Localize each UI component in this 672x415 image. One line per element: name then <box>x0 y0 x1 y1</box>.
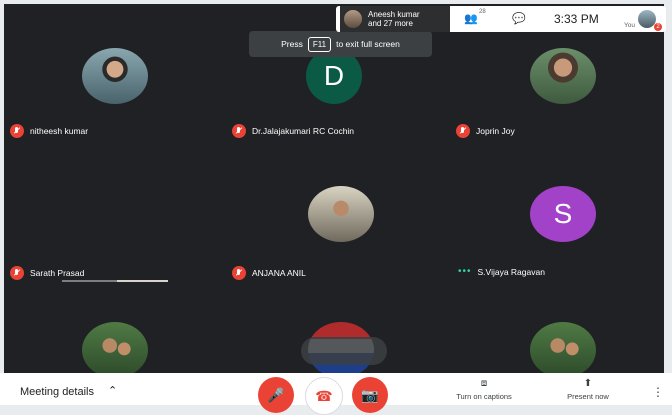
meeting-details[interactable]: Meeting details <box>20 386 94 398</box>
participants-line1: Aneesh kumar <box>368 10 420 19</box>
camera-off-icon: 📷 <box>361 386 379 403</box>
participant-avatar <box>530 48 596 104</box>
participant-tile[interactable] <box>444 282 664 373</box>
present-icon: ⬆ <box>583 378 593 389</box>
mic-off-icon <box>10 266 24 280</box>
mic-off-icon <box>232 266 246 280</box>
bottom-bar: Meeting details ⌃ 🎤 ☎ 📷 ⧈ Turn on captio… <box>0 373 672 415</box>
participant-name: S.Vijaya Ragavan <box>477 266 545 277</box>
participant-name-row: nitheesh kumar <box>10 124 88 138</box>
mic-off-icon <box>456 124 470 138</box>
participant-count-badge: 28 <box>479 9 486 15</box>
participant-avatar <box>82 48 148 104</box>
participant-name-row: Dr.Jalajakumari RC Cochin <box>232 124 354 138</box>
self-view-pill[interactable] <box>301 337 387 365</box>
captions-icon: ⧈ <box>480 378 488 389</box>
you-label: You <box>624 22 635 29</box>
hangup-icon: ☎ <box>315 387 333 404</box>
mic-off-icon: 🎤 <box>267 386 285 403</box>
chat-icon[interactable]: 💬 <box>512 12 526 25</box>
participant-name-row: Joprin Joy <box>456 124 515 138</box>
participant-tile[interactable]: S ••• S.Vijaya Ragavan <box>444 142 664 282</box>
speaking-dots-icon: ••• <box>458 266 472 277</box>
mute-button[interactable]: 🎤 <box>258 377 294 413</box>
participant-name: nitheesh kumar <box>30 126 89 136</box>
fullscreen-toast: Press F11 to exit full screen <box>249 31 432 57</box>
top-bar: Aneesh kumar and 27 more 👥 28 💬 3:33 PM … <box>336 6 666 32</box>
chevron-up-icon[interactable]: ⌃ <box>108 384 117 397</box>
toast-prefix: Press <box>281 39 303 49</box>
toast-suffix: to exit full screen <box>336 39 400 49</box>
participants-line2: and 27 more <box>368 19 413 28</box>
more-vert-icon[interactable]: ⋮ <box>652 385 664 399</box>
time: 3:33 PM <box>554 12 599 26</box>
participants-summary[interactable]: Aneesh kumar and 27 more <box>340 6 450 32</box>
participant-avatar <box>308 186 374 242</box>
video-grid: nitheesh kumar D Dr.Jalajakumari RC Coch… <box>4 4 664 373</box>
participant-name-row: ••• S.Vijaya Ragavan <box>458 266 545 277</box>
camera-button[interactable]: 📷 <box>352 377 388 413</box>
captions-button[interactable]: ⧈ Turn on captions <box>446 378 522 401</box>
participant-tile[interactable] <box>4 282 224 373</box>
captions-label: Turn on captions <box>456 392 512 401</box>
people-icon[interactable]: 👥 <box>464 12 478 25</box>
participant-tile[interactable]: nitheesh kumar <box>4 4 224 142</box>
participant-name-row: ANJANA ANIL <box>232 266 306 280</box>
participant-tile[interactable]: ANJANA ANIL <box>224 142 444 282</box>
participant-name: Sarath Prasad <box>30 268 85 278</box>
hangup-button[interactable]: ☎ <box>305 377 343 415</box>
you-badge: 2 <box>654 23 662 31</box>
participant-name-row: Sarath Prasad <box>10 266 84 280</box>
participant-name: Dr.Jalajakumari RC Cochin <box>252 126 355 136</box>
participant-name: Joprin Joy <box>476 126 515 136</box>
mini-avatar <box>344 10 362 28</box>
mic-off-icon <box>232 124 246 138</box>
present-now-button[interactable]: ⬆ Present now <box>556 378 620 401</box>
participant-avatar: S <box>530 186 596 242</box>
present-label: Present now <box>567 392 609 401</box>
participant-avatar <box>530 322 596 373</box>
participant-avatar <box>82 322 148 373</box>
toast-key: F11 <box>307 36 332 52</box>
mic-off-icon <box>10 124 24 138</box>
participant-name: ANJANA ANIL <box>252 268 306 278</box>
participant-tile[interactable]: Sarath Prasad <box>4 142 224 282</box>
